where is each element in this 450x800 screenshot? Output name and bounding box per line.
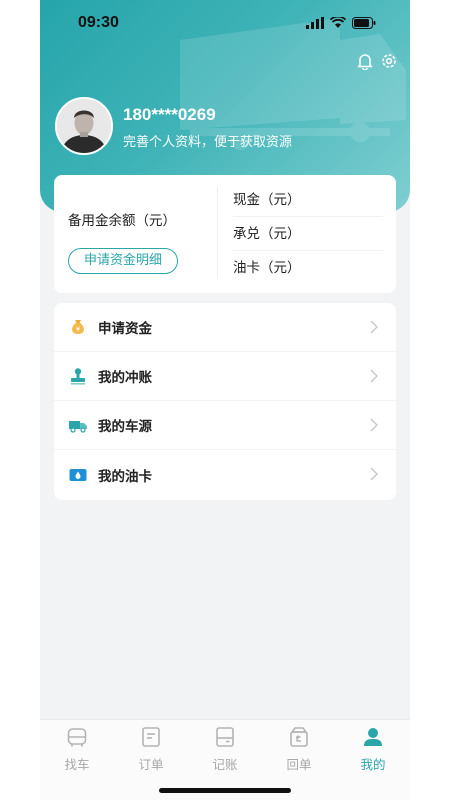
menu-item-my-fuel-card[interactable]: 我的油卡 [54,450,396,499]
status-icons [306,17,376,29]
gear-icon[interactable] [380,52,398,70]
tab-label: 我的 [360,757,386,772]
tab-label: 回单 [286,757,312,772]
fund-detail-button[interactable]: 申请资金明细 [68,248,178,274]
tab-ledger[interactable]: 记账 [195,726,255,773]
chevron-right-icon [370,320,378,334]
battery-icon [352,17,376,29]
ledger-icon [216,727,234,747]
person-icon [364,728,382,746]
svg-text:¥: ¥ [76,326,81,334]
wifi-icon [330,17,346,28]
status-time: 09:30 [78,14,119,31]
balance-breakdown: 现金（元） 承兑（元） 油卡（元） [233,183,383,285]
chevron-right-icon [370,418,378,432]
stamp-icon [68,366,88,386]
user-phone: 180****0269 [123,105,216,124]
fuel-card-icon [68,465,88,485]
avatar[interactable] [55,97,113,155]
menu-item-label: 我的冲账 [98,370,152,386]
order-icon [142,727,160,747]
menu-item-label: 申请资金 [98,321,152,337]
tab-find-car[interactable]: 找车 [47,726,107,773]
tab-label: 找车 [64,757,90,772]
fuel-card-balance[interactable]: 油卡（元） [233,251,383,285]
tab-receipts[interactable]: 回单 [269,726,329,773]
bell-icon[interactable] [356,52,374,70]
truck-icon [68,415,88,435]
divider [217,187,218,279]
profile-tip[interactable]: 完善个人资料，便于获取资源 [123,131,292,150]
home-indicator [159,788,291,793]
menu-item-my-writeoff[interactable]: 我的冲账 [54,352,396,401]
money-bag-icon: ¥ [68,317,88,337]
car-icon [67,728,87,747]
tab-orders[interactable]: 订单 [121,726,181,773]
menu-item-label: 我的油卡 [98,468,152,485]
tab-label: 订单 [138,757,164,772]
cash-balance[interactable]: 现金（元） [233,183,383,217]
tab-label: 记账 [212,757,238,772]
balance-card: 备用金余额（元） 申请资金明细 现金（元） 承兑（元） 油卡（元） [54,175,396,293]
app-screen: 09:30 180****0269 完善个人资料，便于获取资源 备用金余额（元）… [40,0,410,800]
menu-item-my-vehicles[interactable]: 我的车源 [54,401,396,450]
signal-icon [306,17,324,29]
acceptance-balance[interactable]: 承兑（元） [233,217,383,251]
receipt-icon [290,727,308,747]
chevron-right-icon [370,369,378,383]
menu-item-apply-fund[interactable]: ¥ 申请资金 [54,303,396,352]
menu-item-label: 我的车源 [98,419,152,435]
header-actions [356,52,398,70]
chevron-right-icon [370,467,378,481]
balance-label: 备用金余额（元） [68,213,176,229]
tab-mine[interactable]: 我的 [343,726,403,773]
avatar-photo [57,99,111,153]
menu-card: ¥ 申请资金 我的冲账 我的车源 我的油卡 [54,303,396,500]
